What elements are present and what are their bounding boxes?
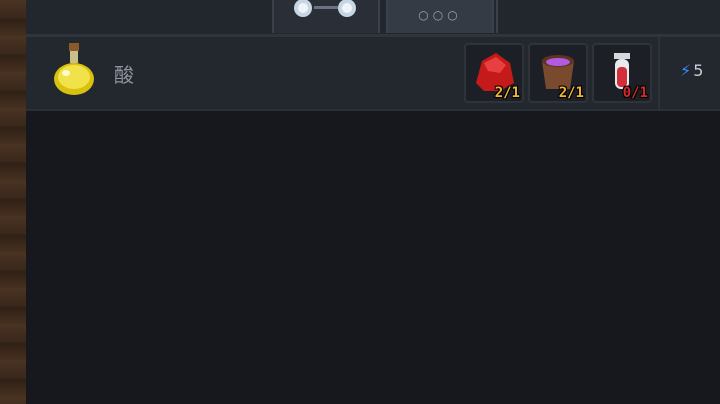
yellow-potion-icon [54, 43, 94, 95]
ingredient-count: 0/1 [622, 85, 648, 101]
more-dots: ○○○ [418, 8, 462, 22]
energy-value: 5 [693, 61, 704, 80]
tab-divider [496, 0, 498, 33]
lab-flask-icon [338, 0, 356, 17]
ingredient-slot[interactable]: 2/1 [528, 43, 588, 103]
ingredient-slot[interactable]: 2/1 [464, 43, 524, 103]
lightning-icon: ⚡ [680, 61, 692, 80]
ingredient-slot[interactable]: 0/1 [592, 43, 652, 103]
lab-flask-icon [294, 0, 312, 17]
product-name: 酸 [114, 63, 134, 87]
tab-more[interactable]: ○○○ [386, 0, 494, 33]
recipe-row[interactable]: 酸 2/1 2/1 0/1 ⚡ 5 [26, 36, 720, 111]
connector-icon [314, 6, 338, 9]
energy-cost: ⚡ 5 [680, 61, 703, 80]
wood-frame-left [0, 0, 28, 404]
ingredient-count: 2/1 [558, 85, 584, 101]
row-divider [658, 37, 660, 109]
ingredient-count: 2/1 [494, 85, 520, 101]
crafting-panel: ○○○ 酸 2/1 2/1 0/1 ⚡ 5 [26, 0, 720, 404]
tab-bar: ○○○ [26, 0, 720, 36]
tab-tools[interactable] [272, 0, 380, 33]
